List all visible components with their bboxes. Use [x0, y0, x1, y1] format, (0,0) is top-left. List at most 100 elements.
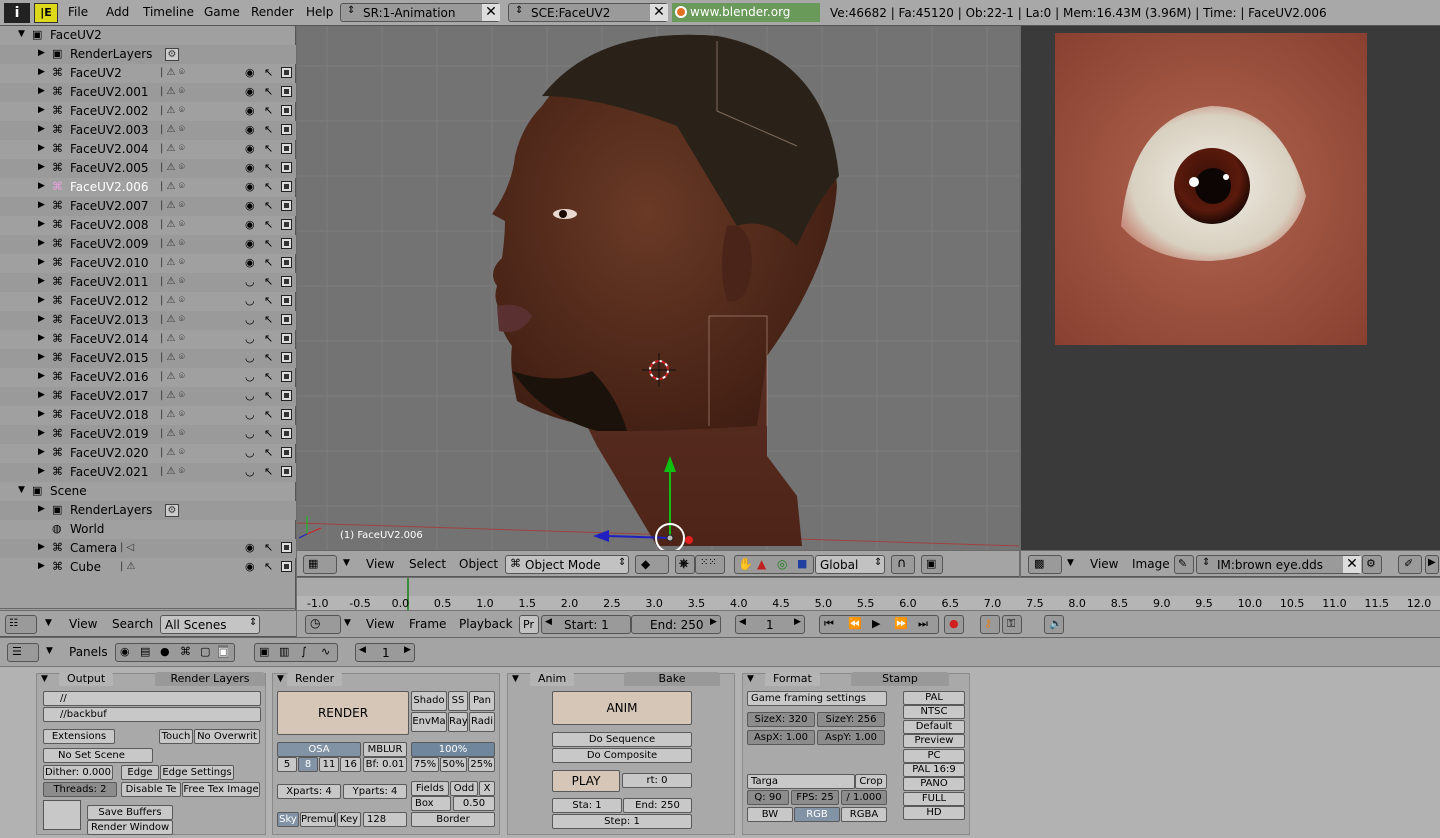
outliner-renderlayers-row[interactable]: ▶ ▣ RenderLayers ⚙ — [0, 45, 296, 64]
mblur-toggle[interactable]: MBLUR — [363, 742, 407, 757]
expand-right-icon[interactable]: ▶ — [38, 561, 45, 571]
select-cursor-icon[interactable]: ↖ — [264, 465, 273, 478]
render-settings-icon[interactable]: ⚙ — [165, 48, 179, 61]
current-frame-field[interactable]: ◀ 1 ▶ — [735, 615, 805, 634]
expand-right-icon[interactable]: ▶ — [38, 542, 45, 552]
outliner-object-row[interactable]: ▶ ⌘ FaceUV2.014 | ⚠ ⌾ ◡ ↖ — [0, 330, 296, 349]
prev-keyframe-icon[interactable]: ⏪ — [848, 617, 862, 630]
close-icon[interactable]: ✕ — [482, 4, 500, 21]
menu-help[interactable]: Help — [306, 5, 333, 19]
osa-5-toggle[interactable]: 5 — [277, 757, 297, 772]
outliner-object-row[interactable]: ▶ ⌘ FaceUV2.019 | ⚠ ⌾ ◡ ↖ — [0, 425, 296, 444]
editing-icon[interactable]: ▢ — [200, 645, 210, 658]
outliner-object-row[interactable]: ▶ ⌘ FaceUV2.021 | ⚠ ⌾ ◡ ↖ — [0, 463, 296, 482]
render-toggle-icon[interactable] — [281, 428, 292, 439]
expand-right-icon[interactable]: ▶ — [38, 428, 45, 438]
tab-render-layers[interactable]: Render Layers — [155, 672, 265, 686]
outliner-label[interactable]: FaceUV2.021 — [70, 465, 148, 479]
select-cursor-icon[interactable]: ↖ — [264, 218, 273, 231]
outliner-label[interactable]: FaceUV2.007 — [70, 199, 148, 213]
expand-right-icon[interactable]: ▶ — [38, 105, 45, 115]
hand-icon[interactable]: ✋ — [738, 557, 753, 571]
eye-open-icon[interactable]: ◉ — [245, 161, 255, 174]
outliner-object-row[interactable]: ▶ ⌘ FaceUV2 | ⚠ ⌾ ◉ ↖ — [0, 64, 296, 83]
outliner-label[interactable]: FaceUV2 — [50, 28, 102, 42]
outliner-object-row[interactable]: ▶ ⌘ FaceUV2.002 | ⚠ ⌾ ◉ ↖ — [0, 102, 296, 121]
collapse-icon[interactable]: ▼ — [512, 674, 519, 684]
eye-open-icon[interactable]: ◉ — [245, 560, 255, 573]
outliner-label[interactable]: World — [70, 522, 104, 536]
tab-output[interactable]: Output — [59, 672, 114, 686]
render-toggle-icon[interactable] — [281, 390, 292, 401]
outliner-camera-row[interactable]: ▶ ⌘ Camera | ◁ ◉ ↖ — [0, 539, 296, 558]
size-25-toggle[interactable]: 25% — [468, 757, 495, 772]
editor-type-button[interactable]: ◷ — [305, 615, 341, 634]
outliner-scene-row[interactable]: ▼ ▣ Scene — [0, 482, 296, 501]
editor-type-button[interactable]: ☷ — [5, 615, 37, 634]
filter-size-field[interactable]: 0.50 — [453, 796, 495, 811]
render-window-dropdown[interactable]: Render Window — [87, 820, 173, 835]
eye-closed-icon[interactable]: ◡ — [245, 313, 255, 326]
menu-game[interactable]: Game — [204, 5, 240, 19]
menu-playback[interactable]: Playback — [459, 617, 513, 631]
size-100-toggle[interactable]: 100% — [411, 742, 495, 757]
select-cursor-icon[interactable]: ↖ — [264, 199, 273, 212]
expand-down-icon[interactable]: ▼ — [18, 485, 25, 495]
menu-file[interactable]: File — [68, 5, 88, 19]
select-cursor-icon[interactable]: ↖ — [264, 104, 273, 117]
menu-search[interactable]: Search — [112, 617, 153, 631]
eye-open-icon[interactable]: ◉ — [245, 104, 255, 117]
outliner-object-row[interactable]: ▶ ⌘ FaceUV2.010 | ⚠ ⌾ ◉ ↖ — [0, 254, 296, 273]
file-format-dropdown[interactable]: Targa — [747, 774, 855, 789]
collapse-icon[interactable]: ▼ — [747, 674, 754, 684]
format-preset-pc[interactable]: PC — [903, 748, 965, 763]
outliner-object-row[interactable]: ▶ ⌘ FaceUV2.001 | ⚠ ⌾ ◉ ↖ — [0, 83, 296, 102]
key-toggle[interactable]: Key — [337, 812, 361, 827]
editor-type-icon[interactable]: |E — [34, 3, 58, 23]
size-75-toggle[interactable]: 75% — [411, 757, 439, 772]
select-cursor-icon[interactable]: ↖ — [264, 370, 273, 383]
eye-closed-icon[interactable]: ◡ — [245, 446, 255, 459]
outliner-label[interactable]: Camera — [70, 541, 117, 555]
outliner-label[interactable]: FaceUV2.016 — [70, 370, 148, 384]
outliner-object-row[interactable]: ▶ ⌘ FaceUV2.015 | ⚠ ⌾ ◡ ↖ — [0, 349, 296, 368]
select-cursor-icon[interactable]: ↖ — [264, 313, 273, 326]
rgba-toggle[interactable]: RGBA — [841, 807, 887, 822]
dither-field[interactable]: Dither: 0.000 — [43, 765, 113, 780]
select-cursor-icon[interactable]: ↖ — [264, 351, 273, 364]
sound-icon[interactable]: ∫ — [301, 645, 307, 658]
aspy-field[interactable]: AspY: 1.00 — [817, 730, 885, 745]
osa-toggle[interactable]: OSA — [277, 742, 361, 757]
format-preset-pal-16-9[interactable]: PAL 16:9 — [903, 763, 965, 777]
jump-start-icon[interactable]: ⏮ — [824, 617, 834, 631]
scene-icon[interactable]: ▣ — [218, 645, 229, 658]
editor-type-button[interactable]: ▩ — [1028, 555, 1062, 574]
expand-right-icon[interactable]: ▶ — [38, 257, 45, 267]
threads-field[interactable]: Threads: 2 — [43, 782, 117, 797]
select-cursor-icon[interactable]: ↖ — [264, 275, 273, 288]
eye-closed-icon[interactable]: ◡ — [245, 275, 255, 288]
no-overwrite-toggle[interactable]: No Overwrit — [194, 729, 260, 744]
object-icon[interactable]: ⌘ — [180, 645, 191, 658]
start-frame-field[interactable]: ◀ Start: 1 — [541, 615, 631, 634]
render-toggle-icon[interactable] — [281, 200, 292, 211]
render-toggle-icon[interactable] — [281, 466, 292, 477]
eye-open-icon[interactable]: ◉ — [245, 218, 255, 231]
rotate-icon[interactable]: ◎ — [777, 557, 787, 571]
orientation-dropdown[interactable]: Global ⇕ — [815, 555, 885, 574]
render-toggle-icon[interactable] — [281, 67, 292, 78]
sub-context-buttons[interactable]: ▣ ▥ ∫ ∿ — [254, 643, 338, 662]
expand-right-icon[interactable]: ▶ — [38, 67, 45, 77]
eye-closed-icon[interactable]: ◡ — [245, 408, 255, 421]
fps-field[interactable]: FPS: 25 — [791, 790, 839, 805]
rt-field[interactable]: rt: 0 — [622, 773, 692, 788]
render-toggle-icon[interactable] — [281, 162, 292, 173]
select-cursor-icon[interactable]: ↖ — [264, 446, 273, 459]
sizey-field[interactable]: SizeY: 256 — [817, 712, 885, 727]
select-cursor-icon[interactable]: ↖ — [264, 123, 273, 136]
audio-sync-button[interactable]: 🔈 — [1044, 615, 1064, 634]
expand-right-icon[interactable]: ▶ — [38, 238, 45, 248]
outliner-object-row[interactable]: ▶ ⌘ FaceUV2.011 | ⚠ ⌾ ◡ ↖ — [0, 273, 296, 292]
tab-stamp[interactable]: Stamp — [851, 672, 949, 686]
sizex-field[interactable]: SizeX: 320 — [747, 712, 815, 727]
